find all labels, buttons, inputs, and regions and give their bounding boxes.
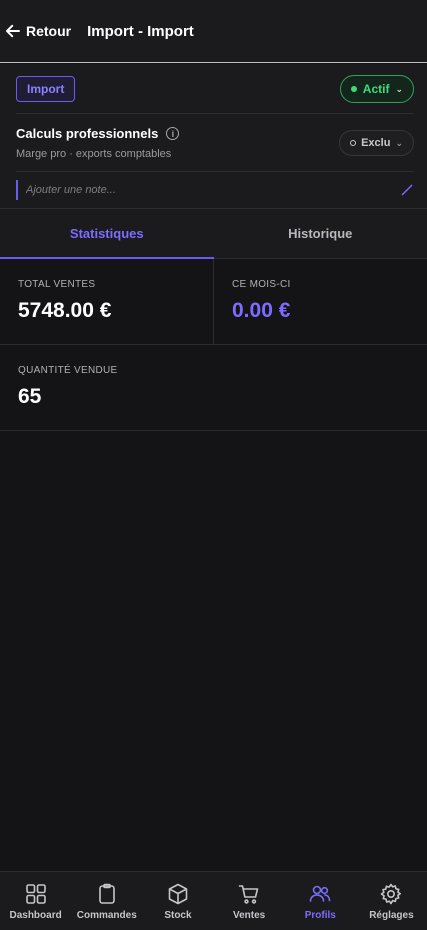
nav-stock[interactable]: Stock: [142, 872, 213, 930]
page-title: Import - Import: [87, 22, 194, 40]
pro-calc-title: Calculs professionnels i: [16, 126, 180, 141]
box-icon: [168, 883, 188, 904]
divider: [16, 113, 414, 114]
stats-row: TOTAL VENTES 5748.00 € CE MOIS-CI 0.00 €: [0, 259, 427, 345]
note-input[interactable]: [26, 184, 400, 196]
nav-ventes[interactable]: Ventes: [214, 872, 285, 930]
pro-mode-label: Exclu: [361, 137, 391, 149]
tab-statistiques[interactable]: Statistiques: [0, 209, 214, 259]
nav-label: Ventes: [232, 909, 266, 921]
nav-commandes[interactable]: Commandes: [71, 872, 142, 930]
dashboard-icon: [25, 883, 46, 904]
note-row: [16, 180, 414, 200]
nav-label: Commandes: [76, 909, 137, 921]
cart-icon: [238, 884, 259, 904]
back-button[interactable]: Retour: [4, 22, 71, 40]
status-dropdown[interactable]: Actif ⌄: [339, 75, 414, 103]
nav-label: Dashboard: [9, 909, 62, 921]
stat-ce-mois: CE MOIS-CI 0.00 €: [213, 259, 427, 344]
users-icon: [309, 885, 331, 902]
nav-dashboard[interactable]: Dashboard: [0, 872, 71, 930]
stat-total-ventes: TOTAL VENTES 5748.00 €: [0, 259, 213, 344]
stat-quantite: QUANTITÉ VENDUE 65: [0, 345, 427, 430]
status-label: Actif: [362, 82, 390, 96]
gear-icon: [381, 883, 402, 904]
top-bar: Retour Import - Import: [0, 0, 427, 63]
chevron-down-icon: ⌄: [395, 83, 403, 94]
pro-calc-label: Calculs professionnels: [16, 126, 159, 141]
nav-label: Stock: [164, 909, 192, 921]
profile-card: Import Actif ⌄ Calculs professionnels i …: [0, 64, 427, 209]
info-icon[interactable]: i: [166, 127, 180, 140]
nav-reglages[interactable]: Réglages: [356, 872, 427, 930]
tab-bar: Statistiques Historique: [0, 209, 427, 259]
nav-profils[interactable]: Profils: [285, 872, 356, 930]
stat-value: 65: [18, 385, 42, 408]
nav-label: Réglages: [369, 909, 414, 921]
chevron-down-icon: ⌄: [395, 137, 403, 148]
pro-mode-dropdown[interactable]: Exclu ⌄: [339, 130, 414, 156]
note-accent-bar: [16, 180, 18, 200]
stat-label: TOTAL VENTES: [18, 279, 96, 290]
arrow-left-icon: [6, 24, 20, 38]
stat-label: QUANTITÉ VENDUE: [18, 365, 118, 376]
clipboard-icon: [98, 883, 115, 904]
stat-value: 0.00 €: [232, 299, 291, 322]
stats-grid: TOTAL VENTES 5748.00 € CE MOIS-CI 0.00 €…: [0, 259, 427, 431]
stat-label: CE MOIS-CI: [232, 279, 291, 290]
stats-row: QUANTITÉ VENDUE 65: [0, 345, 427, 431]
radio-ring-icon: [350, 140, 357, 146]
status-dot-icon: [350, 86, 357, 92]
bottom-nav: Dashboard Commandes Stock Ventes Profils…: [0, 871, 427, 930]
divider: [16, 171, 414, 172]
tab-historique[interactable]: Historique: [214, 209, 427, 258]
pencil-icon[interactable]: [400, 183, 414, 197]
pro-calc-subtitle: Marge pro · exports comptables: [16, 148, 172, 160]
profile-tag[interactable]: Import: [16, 76, 76, 102]
nav-label: Profils: [304, 909, 336, 921]
back-label: Retour: [26, 23, 72, 39]
stat-value: 5748.00 €: [18, 299, 112, 322]
